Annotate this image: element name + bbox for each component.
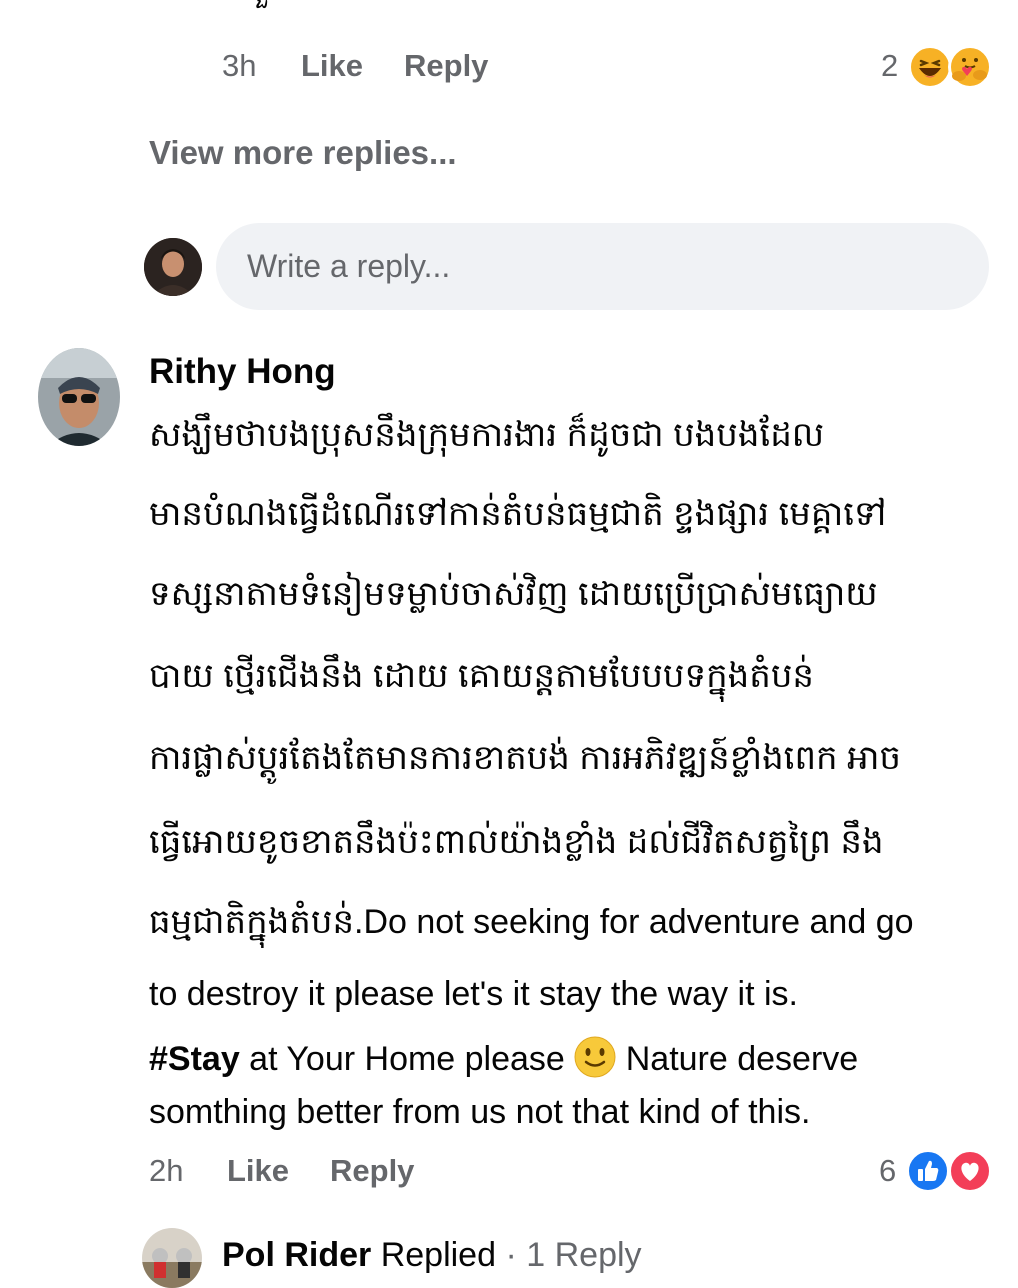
haha-icon [908, 45, 952, 89]
reaction-summary[interactable]: 6 [876, 1148, 994, 1196]
reply-placeholder: Write a reply... [247, 248, 451, 284]
partial-comment-text: ការរួចទៅ [218, 0, 330, 27]
reply-button[interactable]: Reply [330, 1153, 414, 1189]
reply-author-avatar[interactable] [142, 1228, 202, 1288]
comment-line-3: ទស្សនាតាមទំនៀមទម្លាប់ចាស់វិញ ដោយប្រើប្រា… [149, 575, 878, 613]
replied-label: Replied [380, 1236, 497, 1274]
comment-line-9-text: at Your Home please [239, 1040, 575, 1078]
comment-time: 2h [149, 1153, 184, 1188]
comment-line-2: មានបំណងធ្វើដំណើរទៅកាន់តំបន់ធម្មជាតិ ខ្ទង… [149, 495, 887, 533]
slight-smile-icon [574, 1036, 616, 1078]
comment-time: 3h [222, 48, 257, 83]
reply-count: 1 Reply [526, 1236, 642, 1274]
comment-line-9-after: Nature deserve [616, 1040, 859, 1078]
reply-button[interactable]: Reply [404, 48, 488, 84]
reply-input[interactable]: Write a reply... [216, 223, 989, 310]
reply-author-name[interactable]: Pol Rider [222, 1236, 371, 1274]
comment-line-9: #Stay at Your Home please Nature deserve [149, 1036, 858, 1081]
comment-author[interactable]: Rithy Hong [149, 352, 336, 392]
comment-line-5: ការផ្លាស់ប្តូរតែងតែមានការខាតបង់ ការអភិវឌ… [149, 739, 902, 777]
comment-line-7: ធម្មជាតិក្នុងតំបន់.Do not seeking for ad… [149, 903, 914, 941]
reaction-summary[interactable]: 2 [878, 44, 993, 92]
love-icon [948, 1149, 992, 1193]
like-button[interactable]: Like [301, 48, 363, 84]
comment-line-8: to destroy it please let's it stay the w… [149, 975, 798, 1013]
replied-summary[interactable]: Pol Rider Replied · 1 Reply [222, 1236, 642, 1275]
comment-line-1: សង្ឃឹមថាបងប្រុសនឹងក្រុមការងារ ក៏ដូចជា បង… [149, 416, 825, 454]
like-icon [906, 1149, 950, 1193]
care-icon [948, 45, 992, 89]
comment-line-6: ធ្វើអោយខូចខាតនឹងប៉ះពាល់យ៉ាងខ្លាំង ដល់ជីវ… [149, 823, 884, 861]
reaction-count: 6 [879, 1153, 897, 1188]
commenter-avatar[interactable] [38, 348, 120, 446]
separator-dot: · [505, 1236, 517, 1274]
view-more-replies-link[interactable]: View more replies... [149, 134, 457, 172]
comment-line-10: somthing better from us not that kind of… [149, 1093, 811, 1131]
like-button[interactable]: Like [227, 1153, 289, 1189]
hashtag-link[interactable]: #Stay [149, 1040, 240, 1078]
comment-line-4: បាយ ថ្មើរជើងនឹង ដោយ គោយន្តតាមបែបបទក្នុងត… [149, 657, 815, 695]
current-user-avatar [144, 238, 202, 296]
reaction-count: 2 [881, 48, 899, 83]
